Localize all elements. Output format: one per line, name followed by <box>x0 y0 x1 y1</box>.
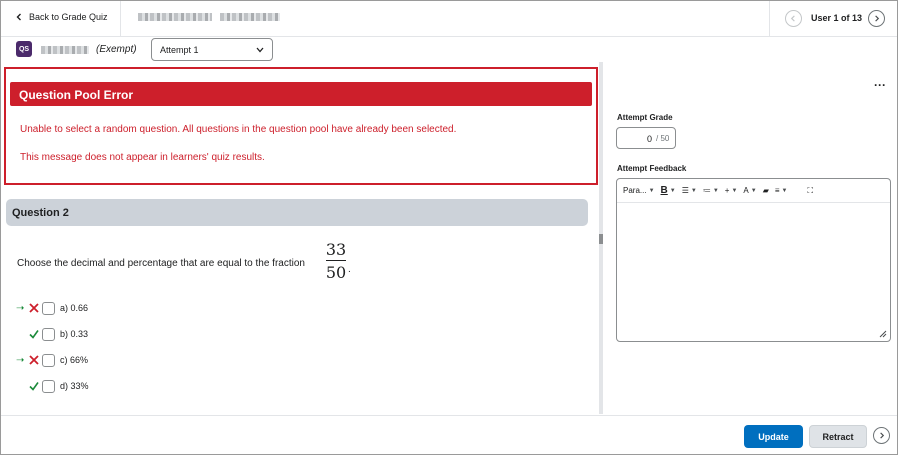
fraction-denominator: 50 <box>325 263 347 282</box>
answer-option: ➝ a) 0.66 <box>16 301 88 315</box>
grade-value: 0 <box>647 134 653 144</box>
top-bar: Back to Grade Quiz User 1 of 13 <box>1 1 897 37</box>
question-pool-error-panel: Question Pool Error Unable to select a r… <box>4 67 598 185</box>
incorrect-x-icon <box>28 303 40 313</box>
selected-arrow-icon: ➝ <box>16 354 25 366</box>
bold-button[interactable]: B ▼ <box>661 185 676 196</box>
chevron-right-icon <box>875 15 880 22</box>
fraction-numerator: 33 <box>325 240 347 259</box>
error-note: This message does not appear in learners… <box>20 152 265 163</box>
user-avatar-badge: QS <box>16 41 32 57</box>
fraction-period: . <box>348 264 351 275</box>
attempt-select[interactable]: Attempt 1 <box>151 38 273 61</box>
format-label: Para... <box>623 186 647 195</box>
format-painter-icon: ▰ <box>762 186 769 195</box>
question-header: Question 2 <box>6 199 588 226</box>
resize-grip-icon[interactable] <box>879 330 887 338</box>
redacted-quiz-name <box>138 13 212 21</box>
font-size-button[interactable]: A ▼ <box>743 186 756 195</box>
answer-checkbox[interactable] <box>42 327 55 341</box>
chevron-left-icon <box>16 13 21 21</box>
answer-option: d) 33% <box>16 379 89 393</box>
question-fraction: 33 50 <box>325 240 347 282</box>
answer-label: a) 0.66 <box>60 303 89 313</box>
fullscreen-button[interactable]: ⛶ <box>808 186 814 196</box>
answer-option: b) 0.33 <box>16 327 88 341</box>
previous-user-button[interactable] <box>785 10 802 27</box>
align-button[interactable]: ☰ ▼ <box>682 186 697 195</box>
correct-check-icon <box>28 381 40 391</box>
feedback-editor[interactable]: Para... ▼ B ▼ ☰ ▼ ≔ ▼ + ▼ A ▼ ▰ ≡ ▼ ⛶ <box>616 178 891 342</box>
attempt-select-value: Attempt 1 <box>160 45 199 55</box>
header-divider-right <box>769 1 770 37</box>
insert-button[interactable]: + ▼ <box>725 186 738 195</box>
correct-check-icon <box>28 329 40 339</box>
selected-arrow-icon: ➝ <box>16 302 25 314</box>
error-message: Unable to select a random question. All … <box>20 124 457 135</box>
align-icon: ☰ <box>681 186 689 195</box>
list-icon: ≔ <box>702 186 711 195</box>
grade-out-of: / 50 <box>656 134 670 143</box>
font-size-icon: A <box>743 186 749 195</box>
chevron-left-icon <box>790 15 795 22</box>
answer-label: c) 66% <box>60 355 89 365</box>
incorrect-x-icon <box>28 355 40 365</box>
attempt-grade-label: Attempt Grade <box>617 113 673 122</box>
fullscreen-icon: ⛶ <box>807 185 814 195</box>
list-button[interactable]: ≔ ▼ <box>703 186 719 195</box>
attempt-feedback-label: Attempt Feedback <box>617 164 687 173</box>
exempt-label: (Exempt) <box>96 44 137 55</box>
answer-label: b) 0.33 <box>60 329 89 339</box>
error-title: Question Pool Error <box>10 82 592 106</box>
bold-icon: B <box>660 185 668 196</box>
question-text: Choose the decimal and percentage that a… <box>17 258 305 269</box>
more-formatting-button[interactable]: ≡ ▼ <box>775 186 788 195</box>
update-button[interactable]: Update <box>744 425 803 448</box>
paragraph-format-dropdown[interactable]: Para... ▼ <box>623 186 655 195</box>
answer-label: d) 33% <box>60 381 89 391</box>
editor-toolbar: Para... ▼ B ▼ ☰ ▼ ≔ ▼ + ▼ A ▼ ▰ ≡ ▼ ⛶ <box>617 179 890 203</box>
more-options-button[interactable]: ··· <box>874 78 886 92</box>
answer-option: ➝ c) 66% <box>16 353 88 367</box>
pane-resize-handle[interactable] <box>599 234 603 244</box>
back-to-grade-quiz-link[interactable]: Back to Grade Quiz <box>15 12 108 22</box>
plus-icon: + <box>724 186 730 195</box>
next-button[interactable] <box>873 427 890 444</box>
attempt-grade-input[interactable]: 0 / 50 <box>616 127 676 149</box>
redacted-quiz-name-2 <box>220 13 280 21</box>
redacted-user-name <box>41 46 89 54</box>
chevron-right-icon <box>880 432 885 439</box>
answer-checkbox[interactable] <box>42 353 55 367</box>
answer-checkbox[interactable] <box>42 379 55 393</box>
user-count: User 1 of 13 <box>811 13 863 23</box>
header-divider <box>120 1 121 37</box>
retract-button[interactable]: Retract <box>809 425 867 448</box>
chevron-down-icon <box>256 47 264 53</box>
next-user-button[interactable] <box>868 10 885 27</box>
answer-checkbox[interactable] <box>42 301 55 315</box>
more-formatting-icon: ≡ <box>774 186 780 195</box>
back-link-label: Back to Grade Quiz <box>29 12 108 22</box>
format-painter-button[interactable]: ▰ <box>763 186 769 195</box>
